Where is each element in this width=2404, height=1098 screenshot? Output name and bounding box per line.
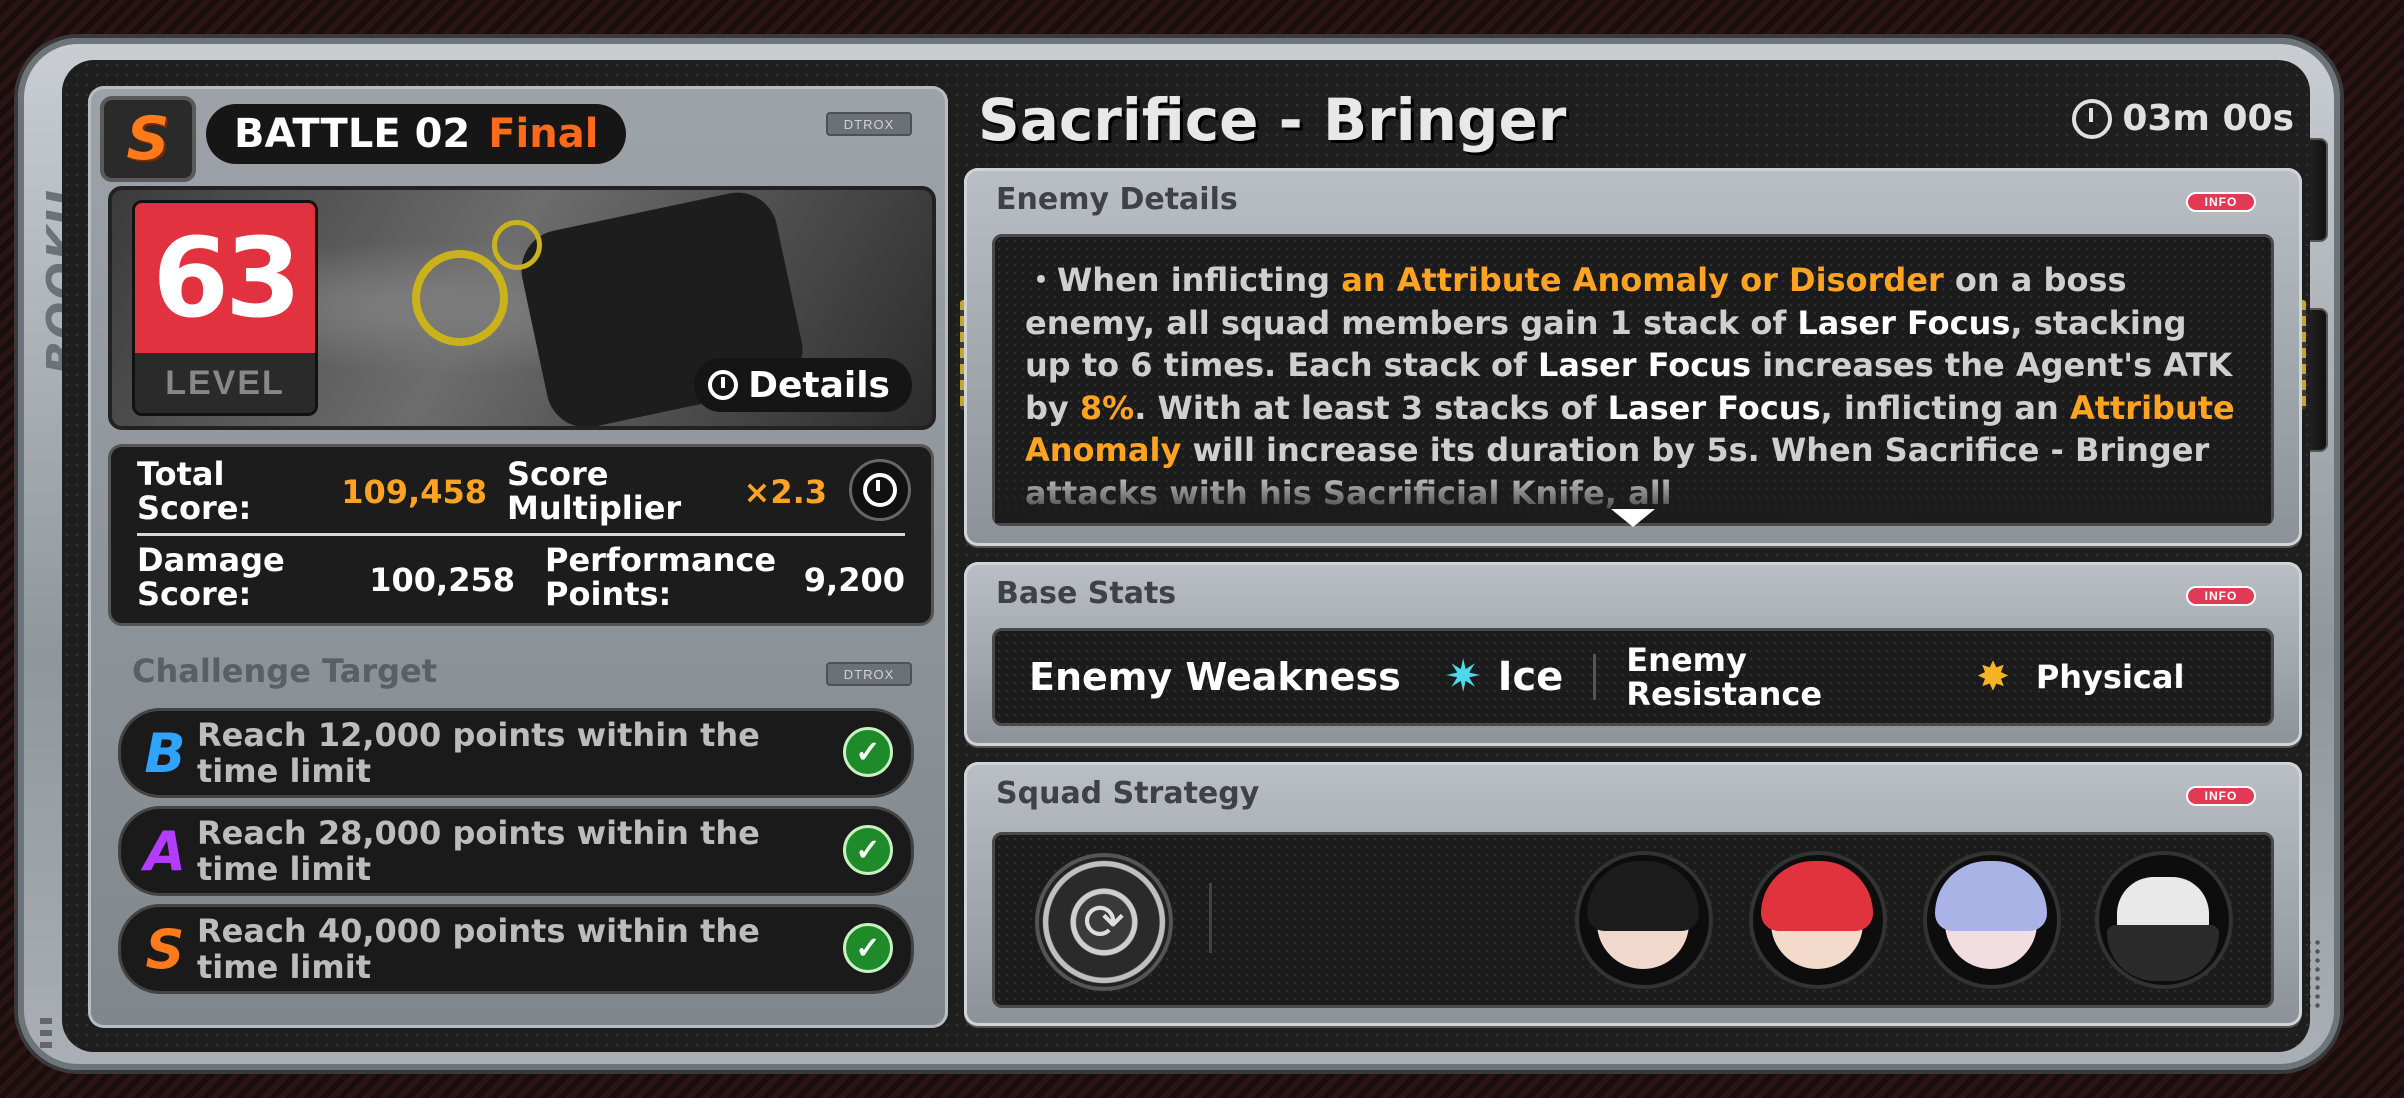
enemy-details-title: Enemy Details [996, 182, 1238, 217]
check-icon: ✓ [843, 923, 893, 973]
agent-avatar-1[interactable] [1575, 851, 1713, 989]
weakness-value: Ice [1497, 654, 1564, 700]
agent-hair [1935, 861, 2047, 931]
multiplier-clock-icon [863, 473, 897, 507]
performance-points-label: Performance Points: [545, 541, 777, 613]
scroll-down-icon[interactable] [1611, 509, 1655, 527]
boss-portrait: 63 LEVEL Details [108, 186, 936, 430]
stats-divider [1593, 654, 1597, 700]
grade-b-icon: B [144, 721, 186, 785]
boss-ring-ornament-small [492, 220, 542, 270]
details-label: Details [748, 364, 890, 406]
grade-s-icon: S [145, 917, 185, 981]
timer-value: 03m 00s [2122, 98, 2294, 139]
challenge-text: Reach 40,000 points within the time limi… [197, 912, 760, 986]
ice-icon: ✷ [1444, 651, 1482, 702]
score-summary: Total Score: 109,458 Score Multiplier ×2… [108, 444, 934, 626]
weakness-label: Enemy Weakness [1029, 655, 1401, 699]
damage-score-label: Damage Score: [137, 541, 285, 613]
boss-name-title: Sacrifice - Bringer [978, 86, 1567, 154]
score-multiplier-value: ×2.3 [743, 473, 828, 511]
agent-hood [2107, 925, 2219, 981]
squad-strategy-title: Squad Strategy [996, 776, 1260, 811]
score-multiplier-label: Score Multiplier [507, 455, 682, 527]
challenge-target-b: B Reach 12,000 points within the time li… [118, 708, 914, 798]
agent-avatar-2[interactable] [1749, 851, 1887, 989]
agent-hair [1761, 861, 1873, 931]
enemy-details-box[interactable]: ・When inflicting an Attribute Anomaly or… [992, 234, 2274, 527]
grade-a-icon: A [144, 819, 186, 883]
left-vent [40, 1018, 52, 1054]
rank-badge: S [100, 96, 196, 182]
level-label: LEVEL [165, 363, 285, 402]
timer-clock-icon [2072, 98, 2113, 139]
challenge-tag-chip: DTROX [826, 662, 912, 686]
battle-summary-panel: S BATTLE 02 Final DTROX 63 LEVEL Details… [88, 86, 948, 1028]
base-stats-box: Enemy Weakness ✷ Ice Enemy Resistance ✸ … [992, 628, 2274, 726]
battle-label: BATTLE 02 Final [206, 104, 627, 164]
agent-avatar-4[interactable] [2095, 851, 2233, 989]
stats-row: Enemy Weakness ✷ Ice Enemy Resistance ✸ … [995, 631, 2271, 723]
score-row-damage: Damage Score: 100,258 Performance Points… [137, 535, 905, 621]
challenge-text: Reach 12,000 points within the time limi… [197, 716, 760, 790]
check-icon: ✓ [843, 727, 893, 777]
resistance-label: Enemy Resistance [1626, 641, 1823, 713]
level-value: 63 [135, 203, 315, 353]
base-stats-info-button[interactable]: INFO [2186, 586, 2256, 606]
battle-stage: Final [488, 111, 599, 157]
challenge-target-title: Challenge Target [132, 652, 438, 690]
check-icon: ✓ [843, 825, 893, 875]
agent-hair [1587, 861, 1699, 931]
total-score-value: 109,458 [341, 473, 487, 511]
base-stats-panel: Base Stats INFO Enemy Weakness ✷ Ice Ene… [964, 562, 2302, 746]
time-limit: 03m 00s [2072, 98, 2294, 139]
damage-score-value: 100,258 [369, 561, 515, 599]
enemy-details-info-button[interactable]: INFO [2186, 192, 2256, 212]
performance-points-value: 9,200 [803, 561, 905, 599]
agent-avatar-3[interactable] [1923, 851, 2061, 989]
squad-strategy-panel: Squad Strategy INFO ⟳ [964, 762, 2302, 1026]
battle-number: BATTLE 02 [234, 111, 471, 157]
resistance-value: Physical [2035, 658, 2185, 696]
physical-icon: ✸ [1976, 654, 2010, 700]
total-score-label: Total Score: [137, 455, 252, 527]
challenge-target-s: S Reach 40,000 points within the time li… [118, 904, 914, 994]
squad-divider [1209, 883, 1212, 953]
score-row-total: Total Score: 109,458 Score Multiplier ×2… [137, 447, 911, 536]
refresh-strategy-icon[interactable]: ⟳ [1035, 853, 1173, 991]
multiplier-info-button[interactable] [849, 459, 911, 521]
challenge-target-a: A Reach 28,000 points within the time li… [118, 806, 914, 896]
enemy-details-panel: Enemy Details INFO ・When inflicting an A… [964, 168, 2302, 546]
squad-box: ⟳ [992, 832, 2274, 1008]
info-clock-icon [708, 370, 739, 400]
level-badge: 63 LEVEL [132, 200, 318, 416]
boss-ring-ornament [412, 250, 508, 346]
challenge-text: Reach 28,000 points within the time limi… [197, 814, 760, 888]
panel-tag-chip: DTROX [826, 112, 912, 136]
details-button[interactable]: Details [694, 358, 912, 412]
squad-strategy-info-button[interactable]: INFO [2186, 786, 2256, 806]
base-stats-title: Base Stats [996, 576, 1177, 611]
